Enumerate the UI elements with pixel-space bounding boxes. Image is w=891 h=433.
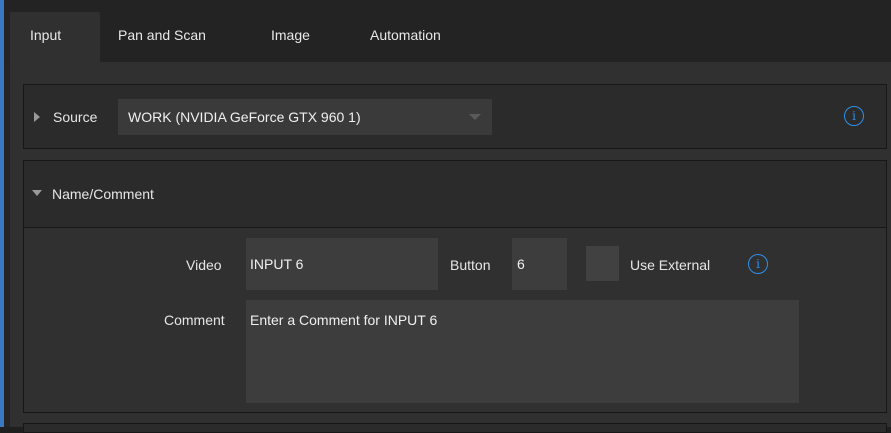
source-select-value: WORK (NVIDIA GeForce GTX 960 1) [128,109,361,125]
tab-content: Source WORK (NVIDIA GeForce GTX 960 1) i… [10,62,891,433]
expand-arrow-icon[interactable] [34,112,40,122]
button-number-input[interactable]: 6 [512,238,567,290]
source-label: Source [53,109,98,125]
video-name-input[interactable]: INPUT 6 [246,238,438,290]
video-name-value: INPUT 6 [250,256,304,272]
comment-value: Enter a Comment for INPUT 6 [250,312,438,328]
info-icon[interactable]: i [748,254,768,274]
use-external-checkbox[interactable] [586,246,619,281]
tab-image[interactable]: Image [271,12,310,62]
tab-input[interactable]: Input [10,12,100,62]
source-select[interactable]: WORK (NVIDIA GeForce GTX 960 1) [118,99,492,135]
chevron-down-icon[interactable] [469,114,481,120]
comment-textarea[interactable]: Enter a Comment for INPUT 6 [246,300,799,403]
tab-bar: Input Pan and Scan Image Automation [4,0,891,63]
button-number-value: 6 [517,256,525,272]
tab-pan-and-scan[interactable]: Pan and Scan [118,12,206,62]
input-config-panel: Input Pan and Scan Image Automation Sour… [4,0,891,433]
info-icon[interactable]: i [844,106,864,126]
tab-automation[interactable]: Automation [370,12,441,62]
name-comment-section-header[interactable]: Name/Comment [23,160,887,228]
name-comment-header-label: Name/Comment [52,186,154,202]
source-section: Source WORK (NVIDIA GeForce GTX 960 1) i [23,84,887,149]
next-section-edge [23,423,887,433]
video-label: Video [186,257,222,273]
name-comment-section-body: Video INPUT 6 Button 6 Use External i Co… [23,227,887,413]
use-external-label: Use External [630,257,711,273]
collapse-arrow-icon[interactable] [32,190,42,196]
comment-label: Comment [164,312,225,328]
button-label: Button [450,257,491,273]
